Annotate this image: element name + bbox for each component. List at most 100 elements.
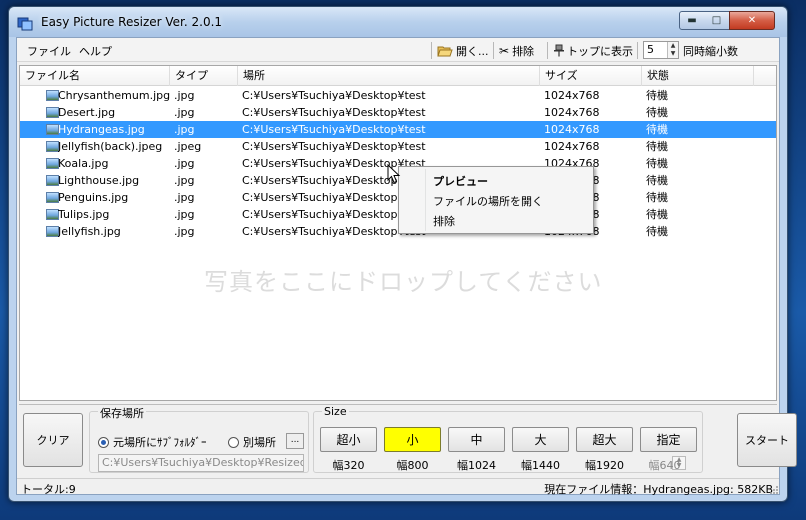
open-label: 開く... <box>456 44 489 58</box>
cell-status: 待機 <box>646 157 668 170</box>
size-caption-5: 幅640 <box>648 459 681 472</box>
cell-type: .jpg <box>174 157 195 170</box>
radio-subfolder-label: 元場所にｻﾌﾞﾌｫﾙﾀﾞｰ <box>113 436 207 449</box>
menu-help[interactable]: ヘルプ <box>79 43 112 59</box>
radio-other-label: 別場所 <box>243 436 276 449</box>
folder-open-icon <box>437 46 453 56</box>
size-button-3[interactable]: 大 <box>512 427 569 452</box>
remove-button[interactable]: ✂ 排除 <box>499 42 534 59</box>
maximize-icon: □ <box>711 15 722 26</box>
close-button[interactable]: ✕ <box>729 11 775 30</box>
cell-type: .jpg <box>174 191 195 204</box>
cell-name: Lighthouse.jpg <box>58 174 140 187</box>
table-row[interactable]: Chrysanthemum.jpg .jpg C:¥Users¥Tsuchiya¥D… <box>20 87 776 104</box>
mouse-cursor-icon <box>387 164 401 184</box>
cell-status: 待機 <box>646 140 668 153</box>
size-button-4[interactable]: 超大 <box>576 427 633 452</box>
radio-subfolder[interactable]: 元場所にｻﾌﾞﾌｫﾙﾀﾞｰ <box>98 434 207 450</box>
size-caption-3: 幅1440 <box>521 459 560 472</box>
cell-type: .jpg <box>174 106 195 119</box>
cell-location: C:¥Users¥Tsuchiya¥Desktop¥test <box>242 89 426 102</box>
size-caption-4: 幅1920 <box>585 459 624 472</box>
cell-name: Chrysanthemum.jpg <box>58 89 171 102</box>
cell-type: .jpg <box>174 225 195 238</box>
cell-status: 待機 <box>646 208 668 221</box>
menu-file[interactable]: ファイル <box>27 43 71 59</box>
scissors-icon: ✂ <box>499 43 510 58</box>
concurrent-count-label: 同時縮小数 <box>683 45 738 58</box>
toolbar-separator <box>637 42 638 59</box>
client-area: ファイル ヘルプ 開く... ✂ 排除 トップに表示 5 ▲ ▼ 同時縮小数 フ… <box>16 37 797 496</box>
always-on-top-label: トップに表示 <box>567 44 633 58</box>
clear-button[interactable]: クリア <box>23 413 83 467</box>
cell-location: C:¥Users¥Tsuchiya¥Desktop¥test <box>242 106 426 119</box>
context-menu-divider <box>425 169 426 231</box>
size-group: Size ▲ ▼ 超小 幅320 小幅800 中幅1024 大幅1440 超大 幅1920 指定… <box>313 405 703 473</box>
cell-status: 待機 <box>646 123 668 136</box>
title-bar[interactable]: Easy Picture Resizer Ver. 2.0.1 ▬ □ ✕ <box>9 7 787 37</box>
radio-subfolder-dot <box>98 436 109 448</box>
window-title: Easy Picture Resizer Ver. 2.0.1 <box>41 15 223 29</box>
cell-type: .jpg <box>174 208 195 221</box>
context-menu-preview[interactable]: プレビュー <box>433 173 488 189</box>
table-row[interactable]: Desert.jpg .jpg C:¥Users¥Tsuchiya¥Desktop¥… <box>20 104 776 121</box>
cell-status: 待機 <box>646 106 668 119</box>
always-on-top-button[interactable]: トップに表示 <box>554 42 633 59</box>
save-location-group: 保存場所 元場所にｻﾌﾞﾌｫﾙﾀﾞｰ 別場所 ... C:¥Users¥Tsuc… <box>89 405 309 473</box>
toolbar-separator <box>493 42 494 59</box>
cell-type: .jpg <box>174 174 195 187</box>
cell-name: Hydrangeas.jpg <box>58 123 145 136</box>
stepper-arrows[interactable]: ▲ ▼ <box>667 42 678 58</box>
app-window: Easy Picture Resizer Ver. 2.0.1 ▬ □ ✕ ファ… <box>8 6 797 502</box>
size-button-5[interactable]: 指定 <box>640 427 697 452</box>
table-row[interactable]: Jellyfish(back).jpeg .jpeg C:¥Users¥Tsuchi… <box>20 138 776 155</box>
close-icon: ✕ <box>747 15 757 26</box>
cell-status: 待機 <box>646 89 668 102</box>
minimize-icon: ▬ <box>687 15 697 26</box>
context-menu-open-location[interactable]: ファイルの場所を開く <box>433 193 543 209</box>
table-row[interactable]: Hydrangeas.jpg .jpg C:¥Users¥Tsuchiya¥Desk… <box>20 121 776 138</box>
toolbar-separator <box>547 42 548 59</box>
status-file-info: 現在ファイル情報：Hydrangeas.jpg: 582KB <box>544 483 773 496</box>
size-button-2[interactable]: 中 <box>448 427 505 452</box>
size-caption-0: 幅320 <box>332 459 365 472</box>
column-header-location[interactable]: 場所 <box>238 66 540 86</box>
file-list[interactable]: ファイル名 タイプ 場所 サイズ 状態 Chrysanthemum.jpg .jp… <box>19 65 777 401</box>
radio-other-location[interactable]: 別場所 <box>228 434 276 450</box>
column-header-name[interactable]: ファイル名 <box>20 66 170 86</box>
browse-button[interactable]: ... <box>286 433 304 449</box>
column-header-type[interactable]: タイプ <box>170 66 238 86</box>
open-button[interactable]: 開く... <box>437 42 489 59</box>
minimize-button[interactable]: ▬ <box>679 11 705 30</box>
save-location-title: 保存場所 <box>98 405 146 421</box>
context-menu-remove[interactable]: 排除 <box>433 213 455 229</box>
app-icon <box>17 17 33 31</box>
control-panel: クリア 保存場所 元場所にｻﾌﾞﾌｫﾙﾀﾞｰ 別場所 ... C:¥Users¥… <box>19 404 797 476</box>
cell-status: 待機 <box>646 225 668 238</box>
concurrent-count-stepper[interactable]: 5 ▲ ▼ <box>643 41 679 59</box>
toolbar-separator <box>431 42 432 59</box>
size-button-1[interactable]: 小 <box>384 427 441 452</box>
menu-bar: ファイル ヘルプ 開く... ✂ 排除 トップに表示 5 ▲ ▼ 同時縮小数 <box>17 38 779 62</box>
cell-size: 1024x768 <box>544 106 600 119</box>
concurrent-count-value: 5 <box>647 43 654 56</box>
column-header-size[interactable]: サイズ <box>540 66 642 86</box>
start-button[interactable]: スタート <box>737 413 797 467</box>
cell-name: Koala.jpg <box>58 157 109 170</box>
cell-name: Tulips.jpg <box>58 208 110 221</box>
resize-grip-icon[interactable] <box>769 485 779 495</box>
size-button-0[interactable]: 超小 <box>320 427 377 452</box>
maximize-button[interactable]: □ <box>704 11 730 30</box>
status-total: トータル:9 <box>21 483 76 496</box>
cell-location: C:¥Users¥Tsuchiya¥Desktop¥test <box>242 123 426 136</box>
save-path-field[interactable]: C:¥Users¥Tsuchiya¥Desktop¥ResizedPi <box>98 454 304 472</box>
cell-type: .jpg <box>174 89 195 102</box>
status-bar: トータル:9 現在ファイル情報：Hydrangeas.jpg: 582KB <box>17 478 779 496</box>
radio-other-dot <box>228 436 239 448</box>
size-caption-2: 幅1024 <box>457 459 496 472</box>
size-caption-1: 幅800 <box>396 459 429 472</box>
column-header-status[interactable]: 状態 <box>642 66 754 86</box>
context-menu: プレビュー ファイルの場所を開く 排除 <box>398 166 594 234</box>
remove-label: 排除 <box>512 44 535 58</box>
cell-name: Penguins.jpg <box>58 191 129 204</box>
